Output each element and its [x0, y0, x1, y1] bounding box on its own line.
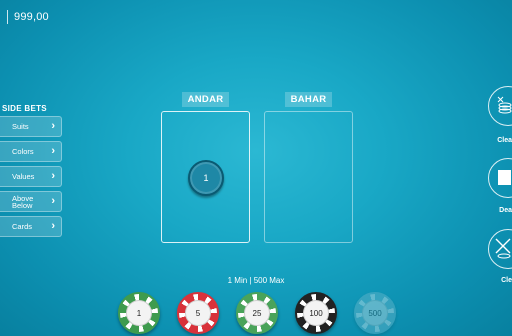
chip-value: 5: [185, 300, 211, 326]
andar-bet-area: ANDAR 1: [161, 92, 250, 243]
side-bet-label: Suits: [12, 121, 29, 131]
clear-icon: [495, 238, 511, 259]
table-limits: 1 Min | 500 Max: [227, 276, 285, 285]
chip-25[interactable]: 25: [236, 292, 278, 334]
deal-button[interactable]: [488, 158, 512, 198]
bahar-label: BAHAR: [284, 92, 333, 107]
clear-chips-label: Clea: [497, 137, 512, 144]
chip-value: 25: [244, 300, 270, 326]
side-bet-label: Values: [12, 171, 35, 181]
andar-bet-box[interactable]: 1: [161, 111, 250, 243]
clear-chips-button[interactable]: [488, 86, 512, 126]
chip-1[interactable]: 1: [118, 292, 160, 334]
balance-amount: 999,00: [14, 11, 49, 23]
chevron-right-icon: ›: [51, 170, 55, 182]
clear-chips-icon: [497, 96, 512, 114]
side-bets-panel: SIDE BETS Suits › Colors › Values › Abov…: [0, 104, 64, 241]
chip-value: 500: [362, 300, 388, 326]
balance-divider: [7, 10, 8, 24]
side-bet-above-below-button[interactable]: Above Below ›: [0, 191, 62, 212]
side-bet-cards-button[interactable]: Cards ›: [0, 216, 62, 237]
andar-label: ANDAR: [181, 92, 230, 107]
side-bet-suits-button[interactable]: Suits ›: [0, 116, 62, 137]
side-bet-label: Above Below: [12, 194, 33, 210]
chip-5[interactable]: 5: [177, 292, 219, 334]
side-bet-label-line2: Below: [12, 200, 33, 210]
side-bet-label: Colors: [12, 146, 34, 156]
chevron-right-icon: ›: [51, 195, 55, 207]
side-bet-values-button[interactable]: Values ›: [0, 166, 62, 187]
chip-500: 500: [354, 292, 396, 334]
side-bet-label: Cards: [12, 221, 33, 231]
placed-chip-value: 1: [203, 173, 209, 183]
chip-100[interactable]: 100: [295, 292, 337, 334]
balance-bar: 999,00: [7, 8, 49, 26]
side-bets-title: SIDE BETS: [2, 104, 47, 113]
side-bet-colors-button[interactable]: Colors ›: [0, 141, 62, 162]
deal-icon: [498, 170, 511, 185]
chevron-right-icon: ›: [51, 220, 55, 232]
placed-chip[interactable]: 1: [188, 160, 224, 196]
bahar-bet-area: BAHAR: [264, 92, 353, 243]
bahar-bet-box[interactable]: [264, 111, 353, 243]
chip-value: 1: [126, 300, 152, 326]
chevron-right-icon: ›: [51, 120, 55, 132]
deal-label: Dea: [499, 207, 512, 214]
chevron-right-icon: ›: [51, 145, 55, 157]
clear-button[interactable]: [488, 229, 512, 269]
chip-value: 100: [303, 300, 329, 326]
